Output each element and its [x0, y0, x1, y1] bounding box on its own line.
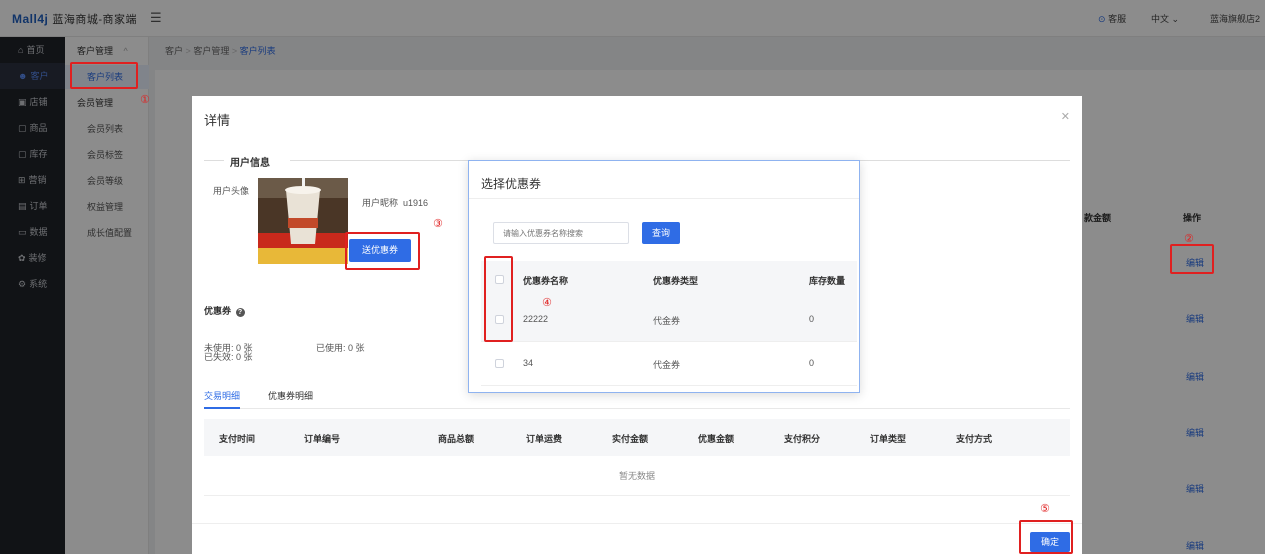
- column-header: 实付金额: [612, 434, 649, 444]
- divider: [469, 198, 859, 199]
- annotation-box-checkbox: [484, 256, 513, 342]
- dialog-footer-divider: [192, 523, 1082, 524]
- column-header: 支付时间: [219, 434, 256, 444]
- coupon-used: 已使用: 0 张: [316, 343, 365, 353]
- coupon-name: 34: [523, 358, 534, 368]
- column-header: 优惠券类型: [653, 276, 699, 286]
- row-checkbox[interactable]: [495, 359, 504, 368]
- column-header: 优惠券名称: [523, 276, 569, 286]
- section-title: 用户信息: [230, 158, 270, 169]
- coupon-type: 代金券: [653, 316, 681, 326]
- column-header: 库存数量: [809, 276, 846, 286]
- avatar: [258, 178, 348, 264]
- column-header: 商品总额: [438, 434, 475, 444]
- nickname-value: u1916: [403, 198, 429, 208]
- table-row[interactable]: 22222 代金券 0: [481, 298, 857, 342]
- coupon-search-button[interactable]: 查询: [642, 222, 680, 244]
- coupon-section: 优惠券 ?: [204, 304, 245, 317]
- annotation-box-edit: [1170, 244, 1214, 274]
- coupon-expired: 已失效: 0 张: [204, 352, 253, 362]
- column-header: 订单运费: [526, 434, 563, 444]
- coupon-search-input[interactable]: [493, 222, 629, 244]
- empty-state: 暂无数据: [204, 456, 1070, 496]
- transaction-table-header: 支付时间 订单编号 商品总额 订单运费 实付金额 优惠金额 支付积分 订单类型 …: [204, 419, 1070, 456]
- column-header: 订单类型: [870, 434, 907, 444]
- close-icon[interactable]: ✕: [1061, 110, 1070, 123]
- column-header: 优惠金额: [698, 434, 735, 444]
- tab-coupon-details[interactable]: 优惠券明细: [268, 389, 313, 402]
- coupon-select-dialog: 选择优惠券 查询 优惠券名称 优惠券类型 库存数量 22222 代金券 0 34…: [468, 160, 860, 393]
- coupon-name: 22222: [523, 314, 549, 324]
- coupon-section-title: 优惠券: [204, 306, 232, 316]
- coupon-type: 代金券: [653, 360, 681, 370]
- coupon-dialog-title: 选择优惠券: [481, 177, 542, 191]
- coupon-stock: 0: [809, 314, 815, 324]
- avatar-photo: [258, 178, 348, 264]
- annotation-box-send-coupon: [345, 232, 420, 270]
- annotation-5: ⑤: [1040, 503, 1050, 515]
- tab-transactions[interactable]: 交易明细: [204, 389, 241, 409]
- column-header: 支付方式: [956, 434, 993, 444]
- dialog-title: 详情: [204, 113, 231, 128]
- annotation-box-customer-list: [70, 62, 138, 89]
- annotation-2: ②: [1184, 233, 1194, 245]
- column-header: 订单编号: [304, 434, 341, 444]
- annotation-box-confirm: [1019, 520, 1073, 554]
- annotation-4: ④: [542, 297, 552, 309]
- coupon-stock: 0: [809, 358, 815, 368]
- table-row[interactable]: 34 代金券 0: [481, 342, 857, 386]
- avatar-label: 用户头像: [213, 186, 250, 196]
- nickname-label: 用户昵称: [362, 198, 399, 208]
- help-icon[interactable]: ?: [235, 308, 245, 317]
- column-header: 支付积分: [784, 434, 821, 444]
- coupon-table-header: 优惠券名称 优惠券类型 库存数量: [481, 261, 857, 298]
- annotation-3: ③: [433, 218, 443, 230]
- annotation-1: ①: [140, 94, 150, 106]
- nickname-row: 用户昵称 u1916: [362, 196, 428, 209]
